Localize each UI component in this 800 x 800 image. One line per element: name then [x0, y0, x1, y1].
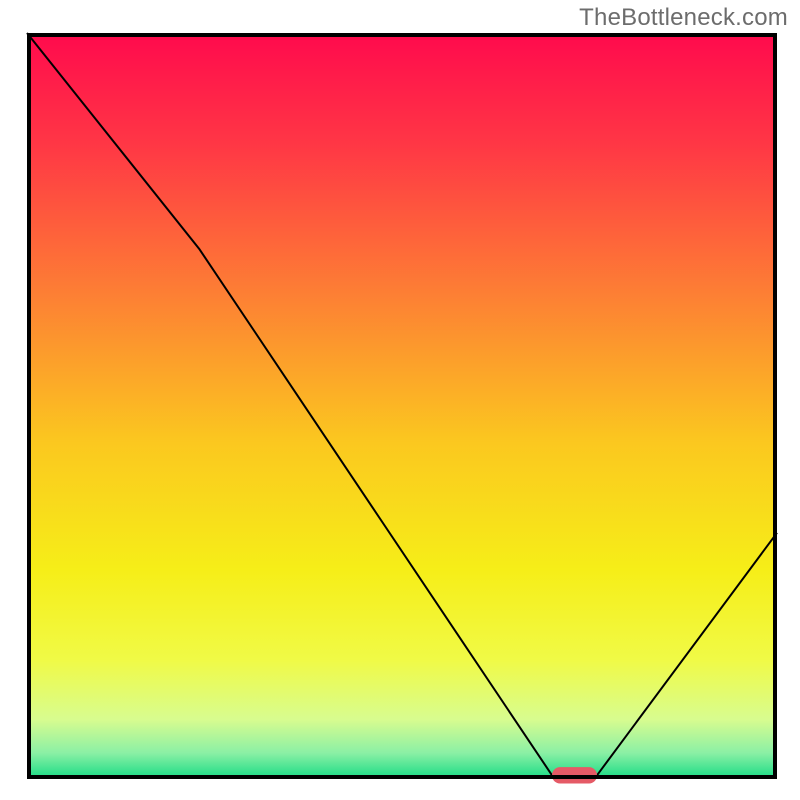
- gradient-background: [27, 33, 777, 779]
- chart-svg: [0, 0, 800, 800]
- chart-canvas: TheBottleneck.com: [0, 0, 800, 800]
